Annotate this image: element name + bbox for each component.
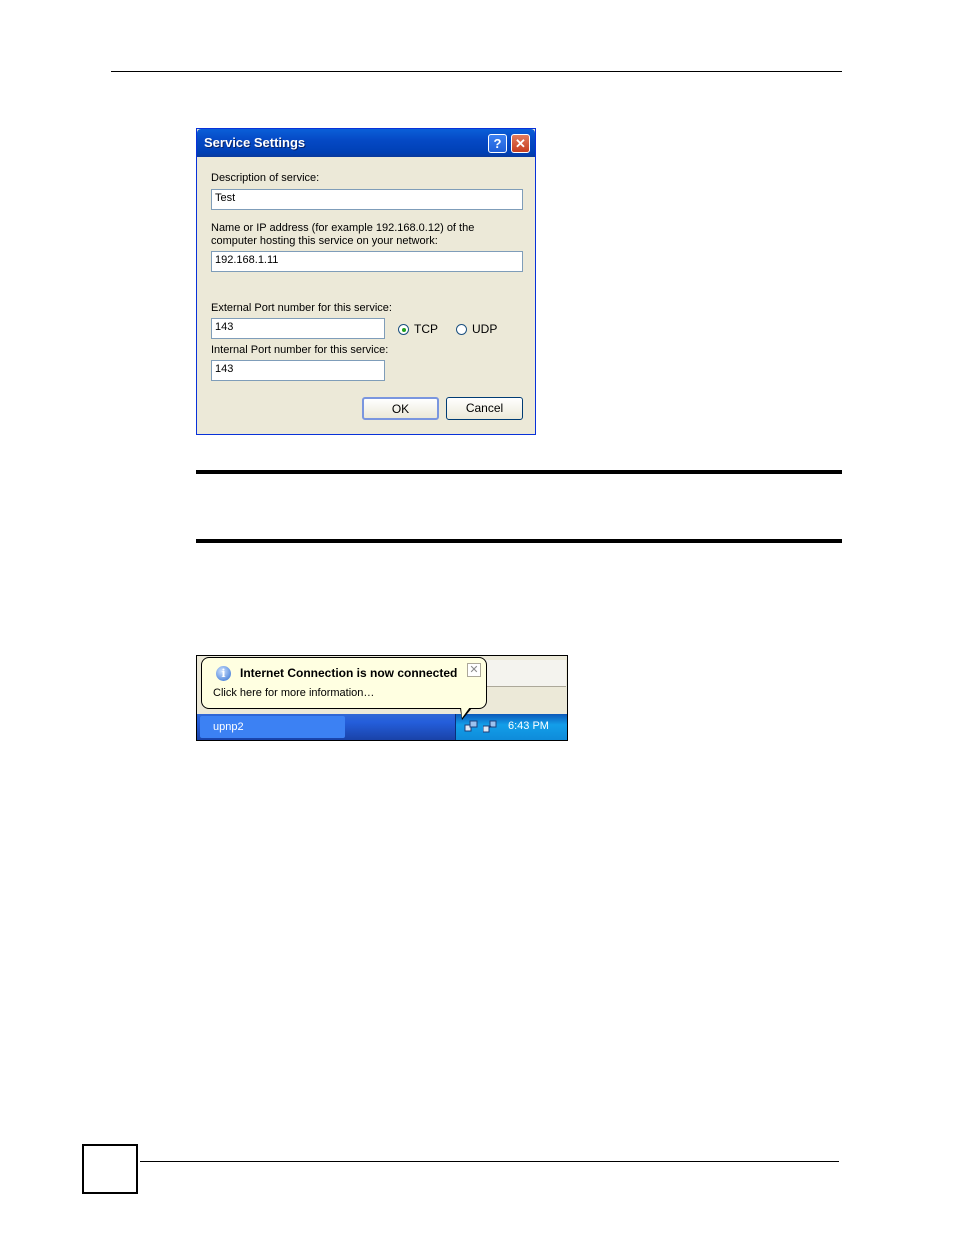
- host-label-line2: computer hosting this service on your ne…: [211, 235, 438, 247]
- tcp-radio[interactable]: [398, 323, 409, 335]
- close-button[interactable]: ✕: [511, 134, 530, 153]
- protocol-udp-option[interactable]: UDP: [456, 322, 497, 336]
- window-edge: [482, 660, 566, 687]
- help-button[interactable]: ?: [488, 134, 507, 153]
- info-icon: i: [216, 666, 231, 681]
- balloon-tail-inner: [461, 707, 470, 718]
- host-input[interactable]: 192.168.1.11: [211, 251, 523, 272]
- footer-rule: [140, 1161, 839, 1162]
- dialog-titlebar[interactable]: Service Settings ? ✕: [197, 129, 535, 157]
- taskbar-screenshot: upnp2 6:43 PM i Internet Connection is n…: [196, 655, 568, 741]
- udp-radio-label: UDP: [472, 322, 498, 336]
- external-port-label: External Port number for this service:: [211, 302, 392, 314]
- note-rule-bottom: [196, 539, 842, 543]
- clock[interactable]: 6:43 PM: [508, 720, 549, 732]
- cancel-button[interactable]: Cancel: [446, 397, 523, 420]
- page-number-box: [82, 1144, 138, 1194]
- host-label-line1: Name or IP address (for example 192.168.…: [211, 222, 475, 234]
- internal-port-label: Internal Port number for this service:: [211, 344, 389, 356]
- service-settings-dialog: Service Settings ? ✕ Description of serv…: [196, 128, 536, 435]
- tcp-radio-label: TCP: [414, 322, 438, 336]
- connection-icon[interactable]: [483, 720, 497, 734]
- header-rule: [111, 71, 842, 72]
- internal-port-input[interactable]: 143: [211, 360, 385, 381]
- notification-text[interactable]: Click here for more information…: [213, 687, 374, 699]
- notification-balloon[interactable]: i Internet Connection is now connected C…: [201, 657, 487, 709]
- network-icon[interactable]: [464, 720, 478, 734]
- description-label: Description of service:: [211, 172, 320, 184]
- description-input[interactable]: Test: [211, 189, 523, 210]
- notification-title: Internet Connection is now connected: [240, 666, 458, 680]
- dialog-title: Service Settings: [204, 135, 306, 150]
- udp-radio[interactable]: [456, 323, 467, 335]
- external-port-input[interactable]: 143: [211, 318, 385, 339]
- taskbar: upnp2 6:43 PM: [197, 714, 567, 740]
- notification-close-icon[interactable]: ✕: [467, 663, 481, 677]
- note-rule-top: [196, 470, 842, 474]
- ok-button[interactable]: OK: [362, 397, 439, 420]
- protocol-tcp-option[interactable]: TCP: [398, 322, 438, 336]
- taskbar-button-upnp2[interactable]: upnp2: [200, 716, 345, 738]
